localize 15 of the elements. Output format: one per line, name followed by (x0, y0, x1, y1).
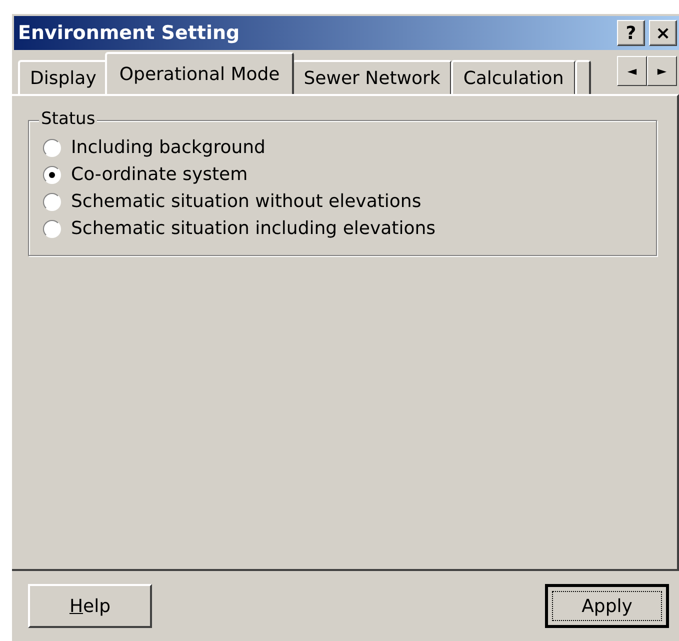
radio-option[interactable]: Schematic situation without elevations (43, 191, 646, 212)
help-button[interactable]: ? (617, 20, 645, 46)
radio-option[interactable]: Including background (43, 137, 646, 158)
radio-option[interactable]: Schematic situation including elevations (43, 218, 646, 239)
tab[interactable]: Calculation (451, 60, 576, 94)
tab[interactable]: Operational Mode (105, 52, 294, 94)
window-title: Environment Setting (18, 22, 241, 44)
apply-button[interactable]: Apply (545, 584, 669, 628)
close-button[interactable]: × (649, 20, 677, 46)
tab-scroll-button[interactable]: ► (647, 56, 677, 86)
tab-scroll-button[interactable]: ◄ (617, 56, 647, 86)
partial-tab[interactable] (574, 60, 591, 94)
tab[interactable]: Sewer Network (292, 60, 452, 94)
radio-option[interactable]: Co-ordinate system (43, 164, 646, 185)
help-button[interactable]: Help (28, 584, 152, 628)
